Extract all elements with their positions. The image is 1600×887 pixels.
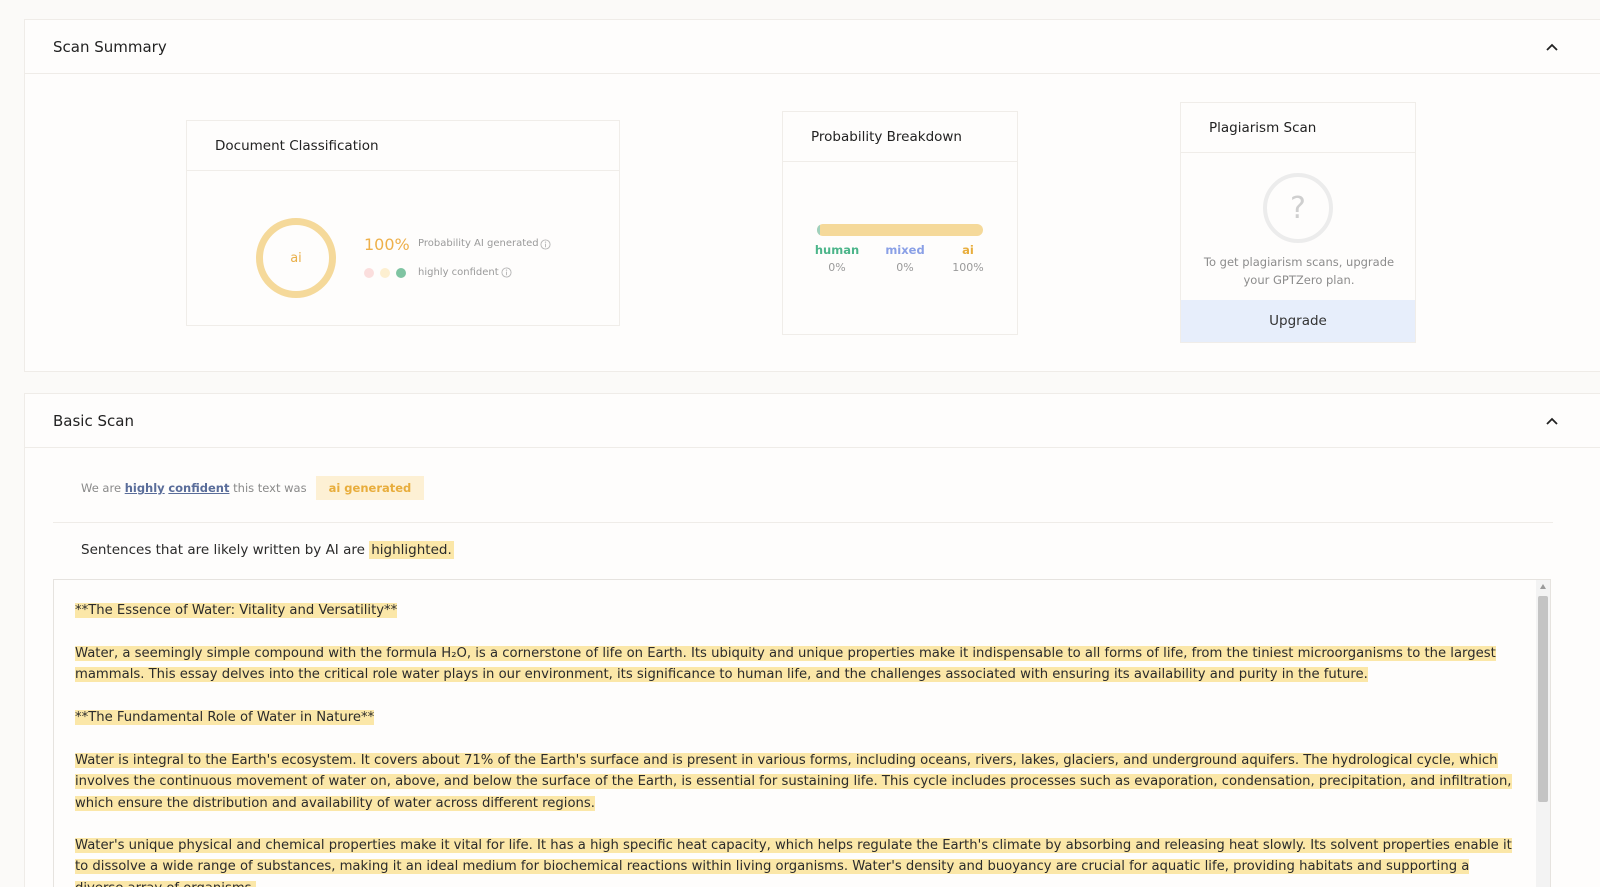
- legend-ai-value: 100%: [952, 261, 984, 274]
- document-classification-card: Document Classification ai 100% Probabil…: [186, 120, 620, 326]
- probability-bar: [817, 224, 983, 236]
- confident-link[interactable]: confident: [168, 481, 229, 495]
- scan-summary-title: Scan Summary: [53, 37, 167, 56]
- highlighted-sentence: Water's unique physical and chemical pro…: [75, 838, 1512, 887]
- divider: [53, 522, 1553, 523]
- paragraph: **The Fundamental Role of Water in Natur…: [75, 707, 1520, 728]
- highlighted-sentence: **The Fundamental Role of Water in Natur…: [75, 710, 375, 725]
- info-icon[interactable]: [540, 239, 551, 250]
- legend-human-label: human: [814, 243, 860, 257]
- scrollbar[interactable]: [1536, 580, 1550, 887]
- question-glyph: ?: [1290, 190, 1306, 226]
- legend-human-value: 0%: [828, 261, 846, 274]
- probability-breakdown-title: Probability Breakdown: [783, 112, 1017, 162]
- probability-label: Probability AI generated: [418, 238, 539, 249]
- legend-ai-label: ai: [962, 243, 974, 257]
- plagiarism-scan-card: Plagiarism Scan ? To get plagiarism scan…: [1180, 102, 1416, 343]
- scrollbar-thumb[interactable]: [1538, 596, 1548, 802]
- ai-probability-percent: 100%: [364, 235, 410, 254]
- ai-generated-badge: ai generated: [315, 476, 425, 500]
- basic-scan-title: Basic Scan: [53, 411, 134, 430]
- document-classification-title: Document Classification: [187, 121, 619, 171]
- highlight-note: Sentences that are likely written by AI …: [81, 541, 454, 559]
- highlighted-sentence: Water is integral to the Earth's ecosyst…: [75, 753, 1512, 811]
- confidence-statement: We are highly confident this text was ai…: [81, 476, 425, 500]
- plagiarism-scan-title: Plagiarism Scan: [1181, 103, 1415, 153]
- question-mark-icon: ?: [1263, 173, 1333, 243]
- confidence-label: highly confident: [418, 267, 499, 278]
- highlighted-sentence: **The Essence of Water: Vitality and Ver…: [75, 603, 398, 618]
- chevron-up-icon[interactable]: [1545, 415, 1559, 427]
- ai-classification-ring: ai: [256, 218, 336, 298]
- upgrade-message: To get plagiarism scans, upgrade your GP…: [1203, 255, 1395, 287]
- probability-bar-human: [817, 224, 820, 236]
- confidence-suffix: this text was: [233, 481, 307, 495]
- paragraph: Water's unique physical and chemical pro…: [75, 835, 1520, 887]
- probability-breakdown-card: Probability Breakdown human 0% mixed 0% …: [782, 111, 1018, 335]
- paragraph: Water, a seemingly simple compound with …: [75, 643, 1520, 686]
- ring-label: ai: [290, 250, 302, 266]
- scanned-text-box[interactable]: **The Essence of Water: Vitality and Ver…: [53, 579, 1551, 887]
- highly-link[interactable]: highly: [125, 481, 165, 495]
- basic-scan-panel: Basic Scan We are highly confident this …: [24, 393, 1600, 887]
- confidence-dot-medium: [380, 268, 390, 278]
- confidence-dot-high: [396, 268, 406, 278]
- scan-summary-panel: Scan Summary Document Classification ai …: [24, 19, 1600, 372]
- highlight-sample: highlighted.: [369, 541, 454, 559]
- highlight-note-prefix: Sentences that are likely written by AI …: [81, 542, 365, 558]
- paragraph: **The Essence of Water: Vitality and Ver…: [75, 600, 1520, 621]
- confidence-prefix: We are: [81, 481, 122, 495]
- info-icon[interactable]: [501, 267, 512, 278]
- legend-mixed-label: mixed: [885, 243, 925, 257]
- basic-scan-header[interactable]: Basic Scan: [25, 394, 1600, 448]
- scroll-up-icon[interactable]: [1539, 583, 1547, 591]
- upgrade-button[interactable]: Upgrade: [1181, 300, 1415, 342]
- highlighted-sentence: Water, a seemingly simple compound with …: [75, 646, 1496, 683]
- confidence-dot-low: [364, 268, 374, 278]
- legend-mixed-value: 0%: [896, 261, 914, 274]
- chevron-up-icon[interactable]: [1545, 41, 1559, 53]
- paragraph: Water is integral to the Earth's ecosyst…: [75, 750, 1520, 814]
- scan-summary-header[interactable]: Scan Summary: [25, 20, 1600, 74]
